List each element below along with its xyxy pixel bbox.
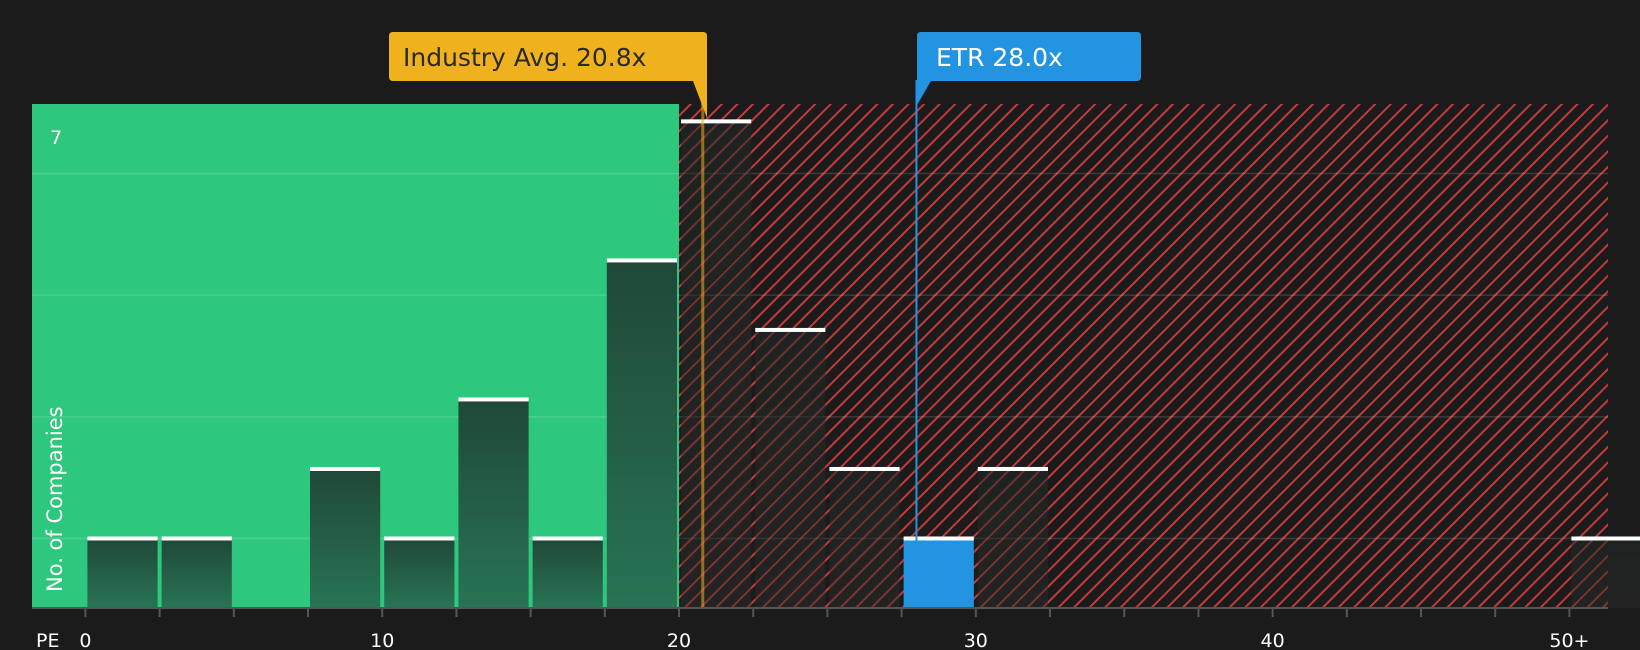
company-pe-label: ETR 28.0x (936, 43, 1063, 72)
chart-svg: 0 10 20 30 40 50+ 7 No. of Companies PE Indus… (32, 32, 1640, 650)
bar-cap (829, 466, 900, 471)
x-tick-label: 40 (1261, 630, 1285, 650)
bar-cap (310, 466, 381, 471)
y-axis-title: No. of Companies (43, 406, 67, 592)
x-axis-title: PE (36, 630, 59, 650)
histogram-bar (458, 399, 529, 608)
bar-cap (681, 119, 752, 124)
x-axis: 0 10 20 30 40 50+ (32, 607, 1608, 650)
histogram-bar (755, 329, 826, 608)
histogram-bar (829, 468, 900, 608)
bar-cap (532, 536, 603, 541)
histogram-bar (310, 468, 381, 608)
histogram-bar (161, 538, 232, 608)
bar-cap (903, 536, 974, 541)
x-tick-label: 50+ (1549, 630, 1589, 650)
histogram-bar (606, 260, 678, 608)
x-tick-label: 20 (667, 630, 691, 650)
x-tick-label: 10 (370, 630, 394, 650)
pe-distribution-chart: 0 10 20 30 40 50+ 7 No. of Companies PE Indus… (0, 0, 1640, 650)
histogram-bar (384, 538, 455, 608)
x-tick-label: 30 (964, 630, 988, 650)
histogram-bar (1571, 538, 1640, 608)
x-tick-label: 0 (79, 630, 91, 650)
histogram-bar (87, 538, 158, 608)
bar-cap (161, 536, 232, 541)
histogram-bar (977, 468, 1049, 608)
company-bar (903, 538, 974, 608)
bar-cap (87, 536, 158, 541)
histogram-bar (532, 538, 603, 608)
industry-avg-label: Industry Avg. 20.8x (403, 43, 646, 72)
bar-cap (606, 258, 678, 263)
bar-cap (755, 327, 826, 332)
y-max-label: 7 (50, 127, 62, 149)
company-callout: ETR 28.0x (917, 32, 1141, 105)
histogram-bar (681, 121, 752, 609)
bar-cap (977, 466, 1049, 471)
bar-cap (384, 536, 455, 541)
bar-cap (458, 397, 529, 402)
bar-cap (1571, 536, 1640, 541)
